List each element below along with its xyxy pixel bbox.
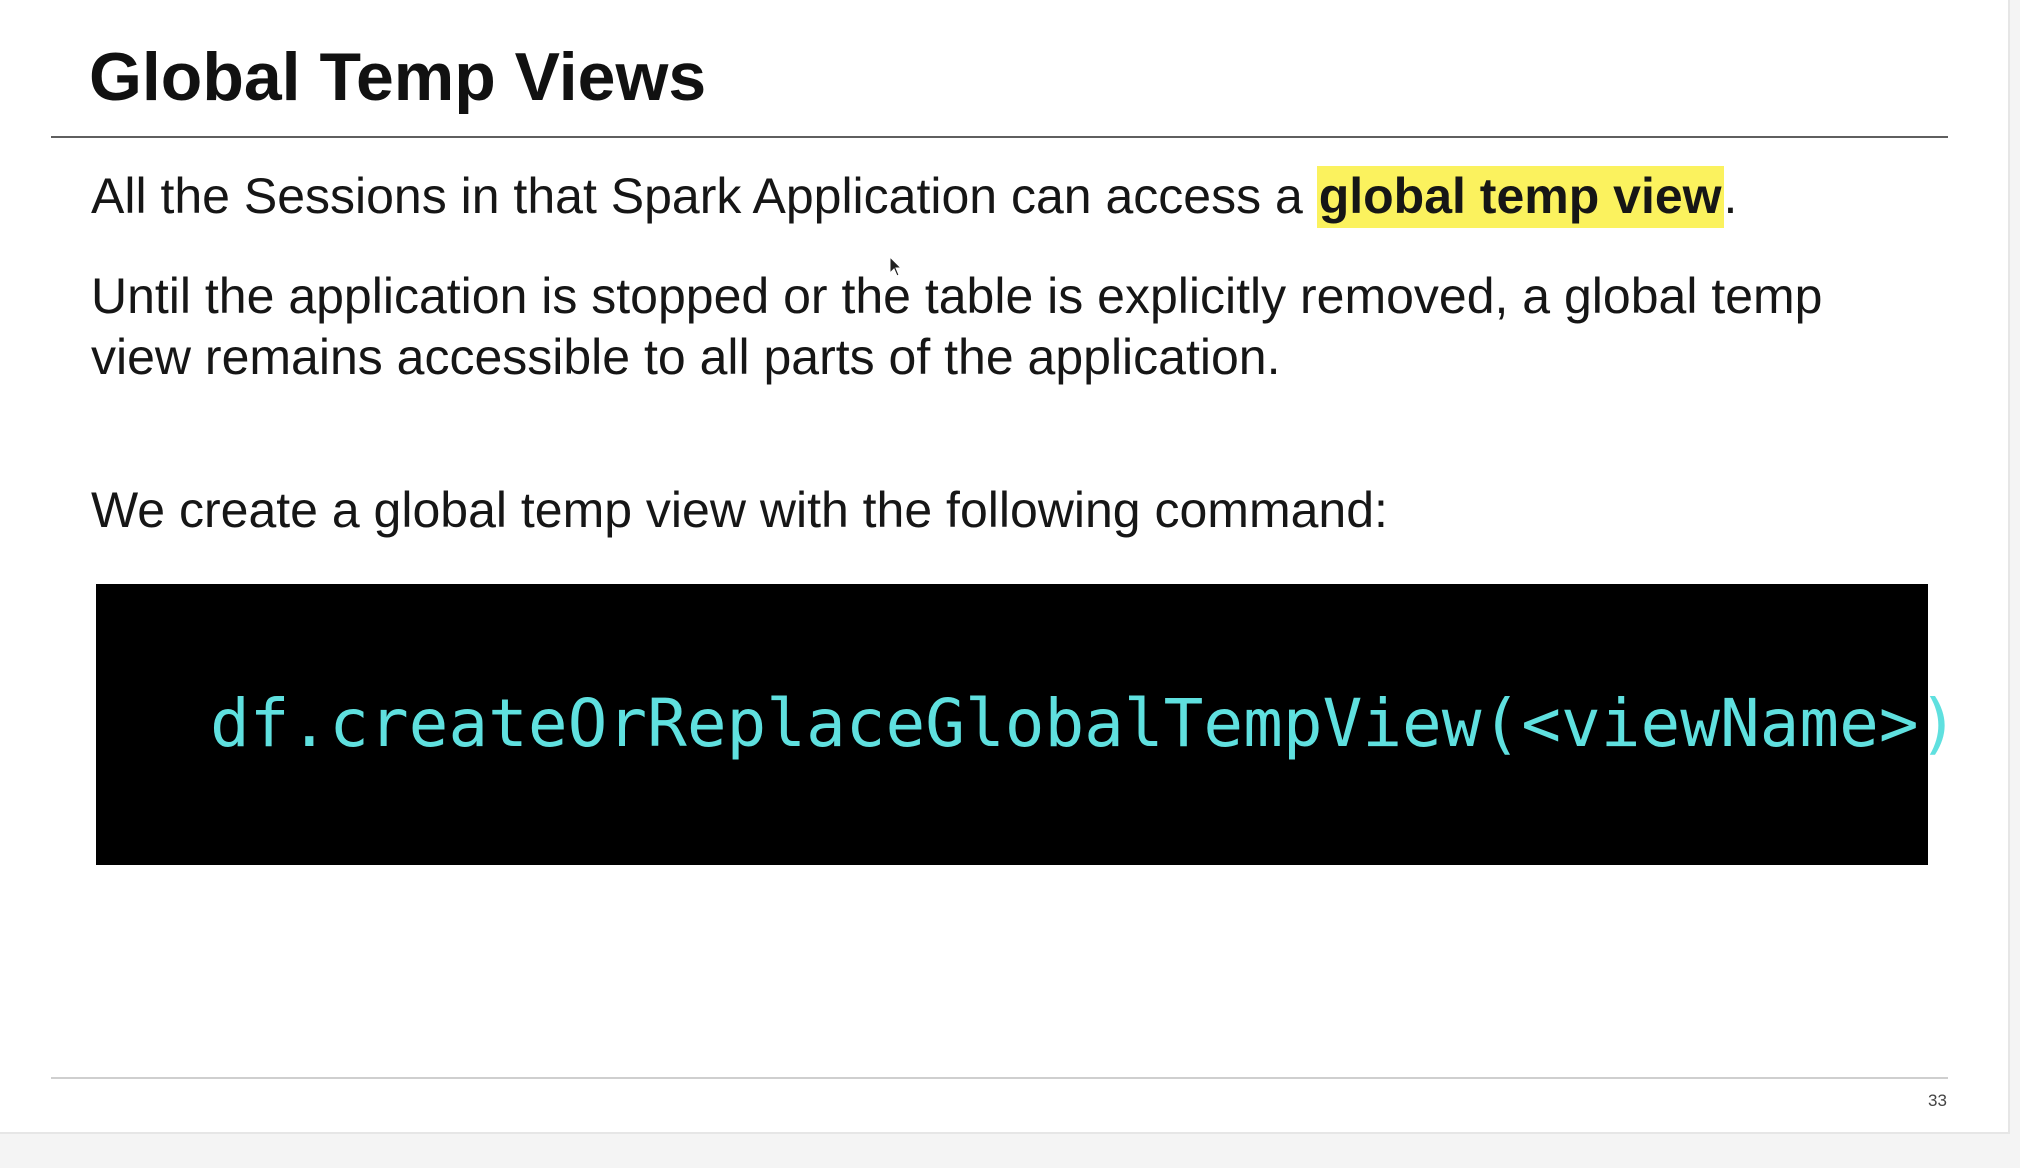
highlighted-term: global temp view (1316, 166, 1724, 228)
paragraph-lifetime: Until the application is stopped or the … (91, 266, 1823, 388)
paragraph-command-intro: We create a global temp view with the fo… (91, 482, 1388, 538)
title-divider (51, 136, 1948, 138)
paragraph-lifetime-line-2: view remains accessible to all parts of … (91, 329, 1281, 385)
slide-title: Global Temp Views (89, 39, 707, 115)
slide: Global Temp Views All the Sessions in th… (0, 0, 2010, 1134)
code-block: df.createOrReplaceGlobalTempView(<viewNa… (96, 584, 1958, 865)
code-text: df.createOrReplaceGlobalTempView(<viewNa… (210, 685, 1959, 762)
mouse-pointer-icon (889, 256, 903, 277)
page-number: 33 (1928, 1091, 1947, 1110)
paragraph-sessions: All the Sessions in that Spark Applicati… (91, 166, 1738, 228)
paragraph-lifetime-line-1: Until the application is stopped or the … (91, 268, 1823, 324)
footer-divider (51, 1077, 1948, 1079)
paragraph-sessions-text: All the Sessions in that Spark Applicati… (91, 168, 1317, 224)
paragraph-sessions-period: . (1723, 168, 1738, 224)
